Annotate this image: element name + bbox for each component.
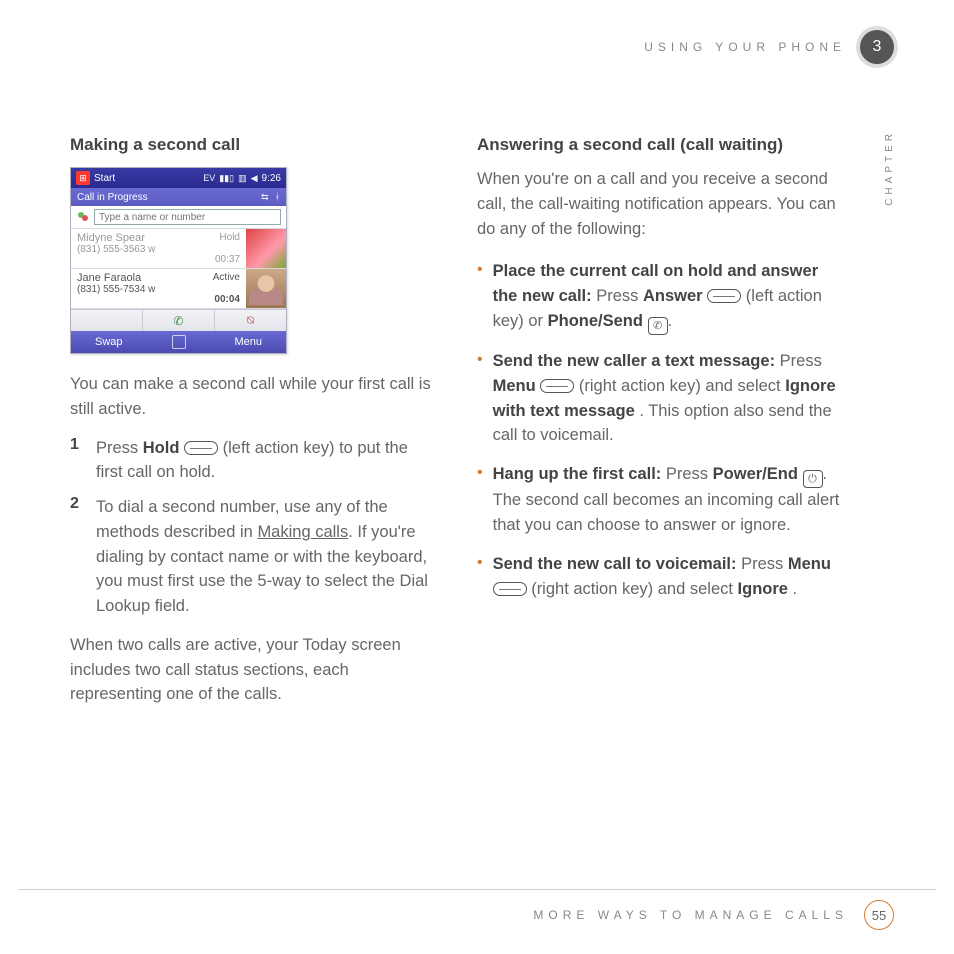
bullet-item-3: •Send the new call to voicemail: Press M…: [477, 552, 844, 602]
phone-subtitle: Call in Progress ⇆ ᚼ: [71, 188, 286, 206]
phone-send-key-icon: ✆: [648, 317, 668, 335]
footer-rule: [18, 889, 936, 890]
clock: 9:26: [262, 173, 281, 184]
battery-icon: ▥: [238, 173, 247, 184]
step-1: 1 Press Hold (left action key) to put th…: [70, 436, 437, 486]
dial-lookup-input[interactable]: [94, 209, 281, 225]
step-2: 2 To dial a second number, use any of th…: [70, 495, 437, 619]
dial-lookup-row: [71, 206, 286, 229]
phone-toolbar: ✆ ⍉: [71, 309, 286, 331]
right-column: Answering a second call (call waiting) W…: [477, 135, 844, 721]
right-intro: When you're on a call and you receive a …: [477, 167, 844, 241]
call2-status: Active: [213, 272, 240, 283]
bullet-item-1: •Send the new caller a text message: Pre…: [477, 349, 844, 448]
header-section: USING YOUR PHONE: [644, 40, 846, 54]
phone-screenshot: ⊞ Start EV ▮▮▯ ▥ ◀ 9:26 Call in Progress…: [70, 167, 287, 354]
bullet-dot: •: [477, 349, 483, 448]
call2-photo: [246, 269, 286, 308]
right-heading: Answering a second call (call waiting): [477, 135, 844, 155]
softkey-left[interactable]: Swap: [95, 336, 123, 348]
left-outro: When two calls are active, your Today sc…: [70, 633, 437, 707]
call1-status: Hold: [219, 232, 240, 243]
signal-icon: ▮▮▯: [219, 173, 234, 184]
sync-icon: ⇆: [261, 192, 269, 203]
bullet-item-2: •Hang up the first call: Press Power/End…: [477, 462, 844, 538]
bullet-dot: •: [477, 552, 483, 602]
toolbar-btn-dial[interactable]: ✆: [142, 310, 214, 331]
phone-titlebar: ⊞ Start EV ▮▮▯ ▥ ◀ 9:26: [71, 168, 286, 188]
toolbar-btn-blank[interactable]: [71, 310, 142, 331]
bluetooth-icon: ᚼ: [275, 192, 280, 203]
step-2-num: 2: [70, 495, 84, 619]
left-intro: You can make a second call while your fi…: [70, 372, 437, 422]
making-calls-link[interactable]: Making calls: [257, 523, 348, 541]
step-1-pre: Press: [96, 439, 143, 457]
bullet-dot: •: [477, 259, 483, 335]
bullet-item-0: •Place the current call on hold and answ…: [477, 259, 844, 335]
action-key-icon: [540, 379, 574, 393]
action-key-icon: [493, 582, 527, 596]
call1-name: Midyne Spear: [77, 232, 240, 244]
phone-softkeys: Swap Menu: [71, 331, 286, 353]
step-1-bold: Hold: [143, 439, 180, 457]
windows-flag-icon: ⊞: [76, 171, 90, 185]
start-label: Start: [94, 173, 115, 184]
speaker-icon: ◀: [251, 173, 258, 184]
bullet-dot: •: [477, 462, 483, 538]
call-row-active: Jane Faraola (831) 555-7534 w Active 00:…: [71, 269, 286, 309]
chapter-badge: 3: [860, 30, 894, 64]
left-heading: Making a second call: [70, 135, 437, 155]
softkey-center-icon[interactable]: [172, 335, 186, 349]
call1-photo: [246, 229, 286, 268]
action-key-icon: [707, 289, 741, 303]
step-1-num: 1: [70, 436, 84, 486]
toolbar-btn-mute[interactable]: ⍉: [214, 310, 286, 331]
action-key-icon: [184, 441, 218, 455]
call1-timer: 00:37: [215, 254, 240, 265]
call-row-hold: Midyne Spear (831) 555-3563 w Hold 00:37: [71, 229, 286, 269]
page-number: 55: [864, 900, 894, 930]
chapter-label: CHAPTER: [884, 130, 895, 206]
softkey-right[interactable]: Menu: [234, 336, 262, 348]
footer-section: MORE WAYS TO MANAGE CALLS: [533, 908, 848, 922]
call-in-progress-label: Call in Progress: [77, 192, 148, 203]
contacts-icon: [76, 210, 90, 224]
power-end-key-icon: ⏻: [803, 470, 823, 488]
call2-timer: 00:04: [214, 294, 240, 305]
ev-icon: EV: [203, 173, 215, 183]
left-column: Making a second call ⊞ Start EV ▮▮▯ ▥ ◀ …: [70, 135, 437, 721]
